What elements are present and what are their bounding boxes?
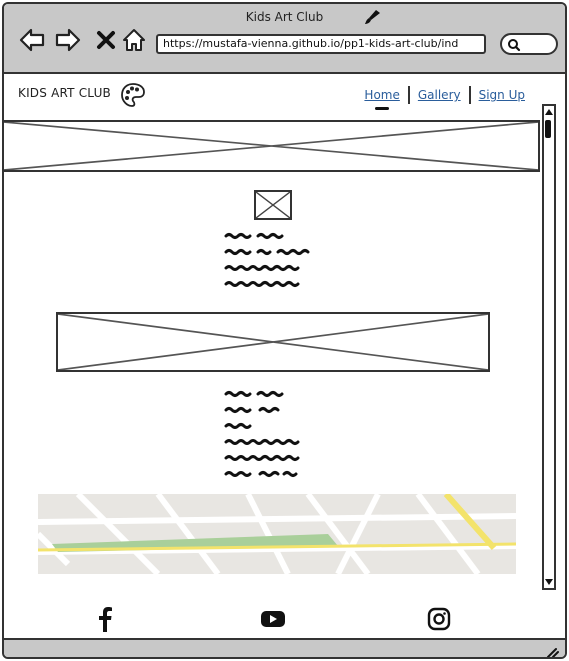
search-field[interactable] <box>500 33 558 55</box>
feature-image-placeholder <box>56 312 490 372</box>
status-bar <box>4 638 565 658</box>
browser-toolbar: Kids Art Club https://mustafa-vienna.git… <box>4 4 565 74</box>
scroll-down-arrow-icon[interactable] <box>544 576 554 588</box>
nav-divider <box>468 86 471 104</box>
forward-arrow-icon[interactable] <box>54 26 82 54</box>
facebook-icon[interactable] <box>90 604 120 634</box>
youtube-icon[interactable] <box>258 604 288 634</box>
hero-image-placeholder <box>4 120 540 172</box>
close-icon[interactable] <box>92 26 120 54</box>
nav-link-gallery[interactable]: Gallery <box>418 88 461 102</box>
url-input[interactable]: https://mustafa-vienna.github.io/pp1-kid… <box>156 34 486 54</box>
nav-link-home[interactable]: Home <box>364 88 400 110</box>
main-nav: Home Gallery Sign Up <box>364 86 525 110</box>
map-graphic <box>38 494 516 574</box>
site-logo[interactable]: KIDS ART CLUB <box>18 86 111 100</box>
vertical-scrollbar[interactable] <box>542 104 556 590</box>
text-placeholder-block <box>224 233 310 287</box>
content-image-placeholder <box>254 190 292 220</box>
palette-icon <box>121 83 145 107</box>
browser-window: Kids Art Club https://mustafa-vienna.git… <box>2 2 567 659</box>
site-header: KIDS ART CLUB Home Gallery Sign Up <box>4 76 565 116</box>
nav-link-signup[interactable]: Sign Up <box>479 88 525 102</box>
scrollbar-thumb[interactable] <box>545 120 551 138</box>
window-title: Kids Art Club <box>245 10 324 24</box>
scroll-up-arrow-icon[interactable] <box>544 106 554 118</box>
instagram-icon[interactable] <box>424 604 454 634</box>
text-placeholder-block <box>224 391 300 477</box>
search-icon <box>508 39 521 52</box>
home-icon[interactable] <box>120 26 148 54</box>
resize-grip-icon[interactable] <box>545 646 559 658</box>
nav-divider <box>407 86 410 104</box>
location-map[interactable] <box>38 494 516 574</box>
back-arrow-icon[interactable] <box>18 26 46 54</box>
paintbrush-icon <box>365 10 380 24</box>
